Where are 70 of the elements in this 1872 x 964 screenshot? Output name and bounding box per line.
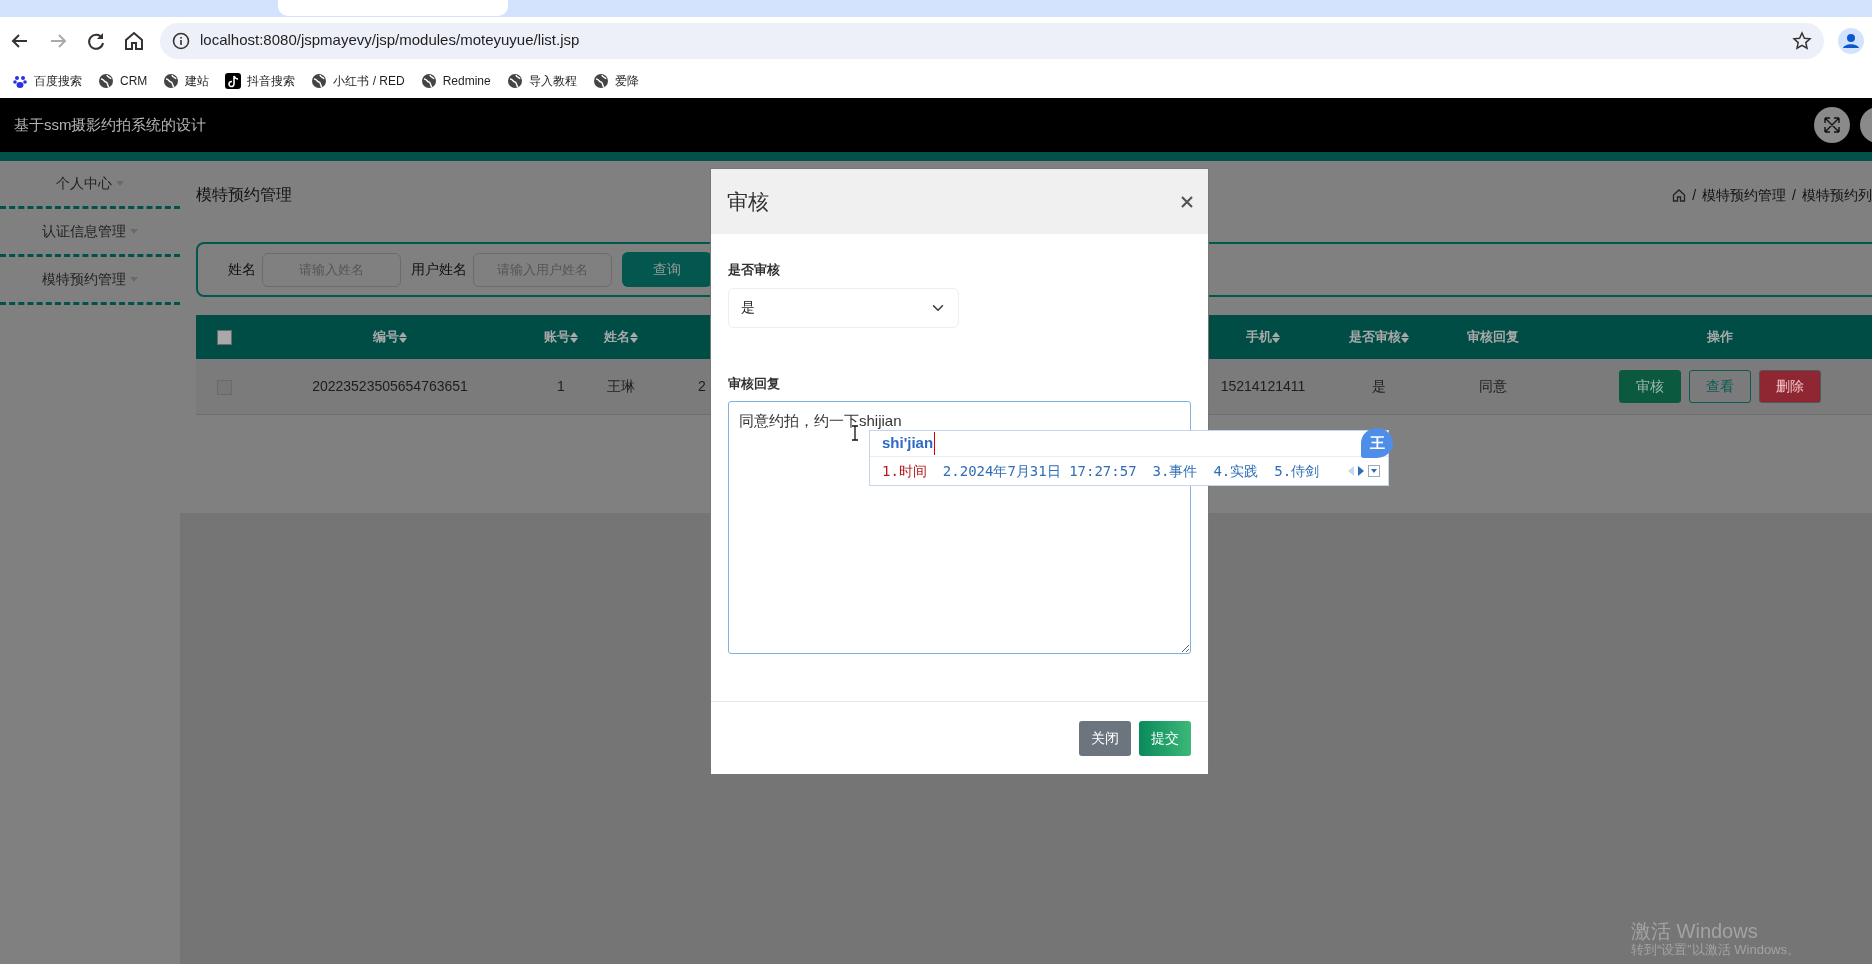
table-cell: 15214121411 xyxy=(1220,377,1306,394)
profile-icon[interactable] xyxy=(1838,27,1864,54)
bookmark[interactable]: Redmine xyxy=(420,72,491,90)
field-label: 审核回复 xyxy=(728,374,781,393)
table-cell: 王琳 xyxy=(607,377,635,394)
bookmark[interactable]: 导入教程 xyxy=(506,72,577,90)
bookmark[interactable]: 百度搜索 xyxy=(12,72,82,90)
globe-icon xyxy=(506,73,523,89)
sidebar-item[interactable]: 认证信息管理 xyxy=(42,221,126,242)
address-bar[interactable]: localhost:8080/jspmayevy/jsp/modules/moteyuyue/list.jsp xyxy=(160,22,1824,59)
checkbox[interactable] xyxy=(216,330,232,346)
next-page-icon[interactable] xyxy=(1358,466,1364,476)
approve-button[interactable]: 审核 xyxy=(1619,369,1681,403)
sort-icon[interactable] xyxy=(570,332,578,344)
bookmark[interactable]: 小红书 / RED xyxy=(311,72,405,90)
modal-title: 审核 xyxy=(727,188,769,215)
submit-button[interactable]: 提交 xyxy=(1139,720,1191,756)
field-label: 姓名 xyxy=(228,260,256,279)
music-note-icon xyxy=(225,73,242,89)
globe-icon xyxy=(420,73,437,89)
sidebar-item[interactable]: 模特预约管理 xyxy=(42,269,126,290)
column-header[interactable]: 是否审核 xyxy=(1349,329,1409,345)
fullscreen-icon xyxy=(1822,115,1842,135)
column-header: 审核回复 xyxy=(1467,329,1519,345)
column-header[interactable]: 编号 xyxy=(373,329,407,345)
fullscreen-button[interactable] xyxy=(1814,107,1850,143)
breadcrumb-separator: / xyxy=(1792,185,1796,205)
column-header[interactable]: 手机 xyxy=(1246,329,1280,345)
breadcrumb-link[interactable]: 模特预约管理 xyxy=(1702,184,1787,206)
sort-icon[interactable] xyxy=(630,332,638,344)
table-cell: 1 xyxy=(557,377,565,394)
bookmark[interactable]: 建站 xyxy=(163,72,210,90)
globe-icon xyxy=(163,73,180,89)
ime-candidate[interactable]: 1.时间 xyxy=(882,460,927,482)
ime-candidate[interactable]: 5.侍剑 xyxy=(1274,460,1320,482)
table-cell: 是 xyxy=(1372,377,1386,394)
bookmark[interactable]: 抖音搜索 xyxy=(225,72,296,90)
app-title: 基于ssm摄影约拍系统的设计 xyxy=(14,114,207,135)
close-icon[interactable] xyxy=(1180,194,1194,209)
close-button[interactable]: 关闭 xyxy=(1079,720,1131,756)
field-label: 是否审核 xyxy=(728,261,781,279)
column-header: 操作 xyxy=(1707,329,1733,345)
ime-candidate[interactable]: 4.实践 xyxy=(1213,460,1259,482)
expand-icon[interactable] xyxy=(1368,465,1380,477)
breadcrumb-link[interactable]: 模特预约列 xyxy=(1802,184,1872,206)
ime-candidate[interactable]: 2.2024年7月31日 17:27:57 xyxy=(942,460,1137,482)
field-label: 用户姓名 xyxy=(411,260,467,279)
table-cell: 同意 xyxy=(1479,377,1507,394)
table-cell: 20223523505654763651 xyxy=(312,377,468,394)
sort-icon[interactable] xyxy=(399,332,407,344)
breadcrumb-separator: / xyxy=(1692,185,1697,205)
info-icon[interactable] xyxy=(172,31,190,50)
delete-button[interactable]: 删除 xyxy=(1759,369,1821,403)
search-button[interactable]: 查询 xyxy=(622,252,712,287)
star-icon[interactable] xyxy=(1792,30,1812,51)
globe-icon xyxy=(98,73,114,89)
globe-icon xyxy=(311,73,328,89)
column-header[interactable]: 账号 xyxy=(544,329,578,345)
paw-icon xyxy=(12,73,28,89)
sort-icon[interactable] xyxy=(1272,332,1280,344)
globe-icon xyxy=(592,73,609,89)
sidebar-item[interactable]: 个人中心 xyxy=(56,173,112,194)
ime-composition: shi'jian xyxy=(882,432,936,455)
sort-icon[interactable] xyxy=(1401,332,1409,344)
bookmark[interactable]: CRM xyxy=(98,72,148,90)
page-title: 模特预约管理 xyxy=(196,185,292,205)
url-text: localhost:8080/jspmayevy/jsp/modules/moteyuyue/list.jsp xyxy=(200,30,580,51)
review-select[interactable]: 是 xyxy=(728,287,959,328)
table-cell: 2 xyxy=(698,377,706,394)
bookmark[interactable]: 爱降 xyxy=(592,72,639,90)
